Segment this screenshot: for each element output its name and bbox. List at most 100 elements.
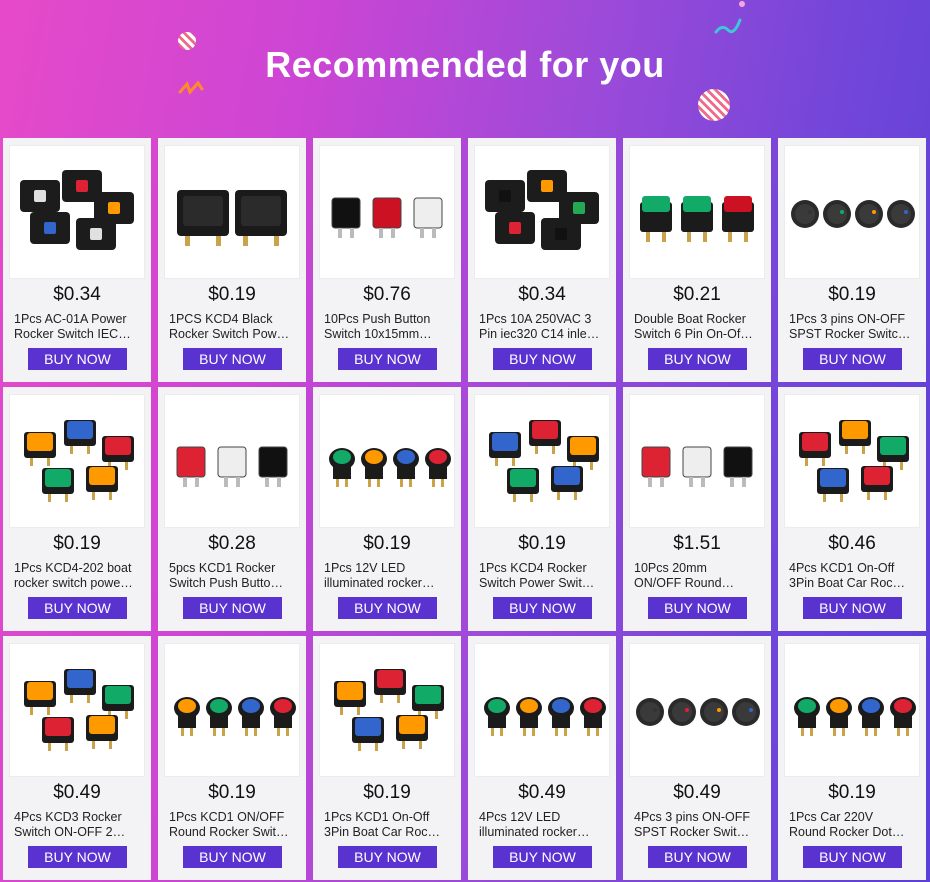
product-price: $0.19 <box>53 533 101 554</box>
product-price: $0.49 <box>518 782 566 803</box>
product-image[interactable] <box>629 643 765 777</box>
product-title[interactable]: 1Pcs KCD1 On-Off 3Pin Boat Car Roc… <box>324 810 452 840</box>
buy-now-button[interactable]: BUY NOW <box>183 846 282 868</box>
buy-now-button[interactable]: BUY NOW <box>338 348 437 370</box>
product-price: $0.19 <box>363 533 411 554</box>
product-card[interactable]: $0.49 4Pcs KCD3 Rocker Switch ON-OFF 2… BUY… <box>3 636 151 880</box>
product-card[interactable]: $0.49 4Pcs 3 pins ON-OFF SPST Rocker Swit…… <box>623 636 771 880</box>
product-image[interactable] <box>784 643 920 777</box>
product-price: $0.28 <box>208 533 256 554</box>
product-image[interactable] <box>474 643 610 777</box>
product-price: $0.19 <box>208 284 256 305</box>
product-card[interactable]: $0.76 10Pcs Push Button Switch 10x15mm… BUY… <box>313 138 461 382</box>
product-title[interactable]: 1Pcs Car 220V Round Rocker Dot… <box>789 810 917 840</box>
product-title[interactable]: 4Pcs 3 pins ON-OFF SPST Rocker Swit… <box>634 810 762 840</box>
product-card[interactable]: $0.34 1Pcs 10A 250VAC 3 Pin iec320 C14 inl… <box>468 138 616 382</box>
buy-now-button[interactable]: BUY NOW <box>28 846 127 868</box>
product-card[interactable]: $0.28 5pcs KCD1 Rocker Switch Push Butto… B… <box>158 387 306 631</box>
product-title[interactable]: 1Pcs AC-01A Power Rocker Switch IEC… <box>14 312 142 342</box>
product-image[interactable] <box>164 394 300 528</box>
product-title-line: SPST Rocker Swit… <box>634 825 750 839</box>
product-image[interactable] <box>319 145 455 279</box>
buy-now-button[interactable]: BUY NOW <box>338 846 437 868</box>
buy-now-button[interactable]: BUY NOW <box>183 348 282 370</box>
product-title-line: Round Rocker Dot… <box>789 825 905 839</box>
product-card[interactable]: $0.49 4Pcs 12V LED illuminated rocker… BUY … <box>468 636 616 880</box>
product-title-line: Rocker Switch IEC… <box>14 327 131 341</box>
product-image[interactable] <box>9 394 145 528</box>
product-image[interactable] <box>784 145 920 279</box>
buy-now-button[interactable]: BUY NOW <box>493 597 592 619</box>
product-image[interactable] <box>9 145 145 279</box>
buy-now-button[interactable]: BUY NOW <box>648 597 747 619</box>
product-card[interactable]: $0.21 Double Boat Rocker Switch 6 Pin On-O… <box>623 138 771 382</box>
buy-now-button[interactable]: BUY NOW <box>493 846 592 868</box>
product-title-line: SPST Rocker Switc… <box>789 327 911 341</box>
product-image[interactable] <box>474 394 610 528</box>
product-image[interactable] <box>629 145 765 279</box>
product-title-line: Rocker Switch Pow… <box>169 327 290 341</box>
product-card[interactable]: $0.19 1Pcs KCD4-202 boat rocker switch pow… <box>3 387 151 631</box>
buy-now-button[interactable]: BUY NOW <box>28 348 127 370</box>
buy-now-button[interactable]: BUY NOW <box>338 597 437 619</box>
product-title-line: rocker switch powe… <box>14 576 133 590</box>
buy-now-button[interactable]: BUY NOW <box>803 597 902 619</box>
page-title: Recommended for you <box>265 44 665 85</box>
product-card[interactable]: $0.19 1Pcs 3 pins ON-OFF SPST Rocker Switc… <box>778 138 926 382</box>
buy-now-button[interactable]: BUY NOW <box>803 846 902 868</box>
product-title-line: ON/OFF Round… <box>634 576 735 590</box>
product-price: $0.49 <box>53 782 101 803</box>
buy-now-button[interactable]: BUY NOW <box>183 597 282 619</box>
product-title[interactable]: Double Boat Rocker Switch 6 Pin On-Of… <box>634 312 762 342</box>
product-image[interactable] <box>474 145 610 279</box>
product-card[interactable]: $1.51 10Pcs 20mm ON/OFF Round… BUY NOW <box>623 387 771 631</box>
ribbon-decoration <box>714 18 742 34</box>
product-price: $0.46 <box>828 533 876 554</box>
buy-now-button[interactable]: BUY NOW <box>803 348 902 370</box>
product-card[interactable]: $0.19 1Pcs 12V LED illuminated rocker… BUY … <box>313 387 461 631</box>
product-title-line: Switch Push Butto… <box>169 576 283 590</box>
product-card[interactable]: $0.19 1Pcs Car 220V Round Rocker Dot… BUY N… <box>778 636 926 880</box>
product-title[interactable]: 5pcs KCD1 Rocker Switch Push Butto… <box>169 561 297 591</box>
product-card[interactable]: $0.19 1Pcs KCD1 ON/OFF Round Rocker Swit… B… <box>158 636 306 880</box>
product-title[interactable]: 10Pcs 20mm ON/OFF Round… <box>634 561 762 591</box>
buy-now-button[interactable]: BUY NOW <box>493 348 592 370</box>
product-image[interactable] <box>319 643 455 777</box>
product-title-line: 3Pin Boat Car Roc… <box>324 825 441 839</box>
buy-now-button[interactable]: BUY NOW <box>648 846 747 868</box>
product-card[interactable]: $0.19 1Pcs KCD1 On-Off 3Pin Boat Car Roc… B… <box>313 636 461 880</box>
product-title-line: 1Pcs KCD4-202 boat <box>14 561 132 575</box>
product-title-line: 4Pcs 12V LED <box>479 810 561 824</box>
product-title[interactable]: 4Pcs KCD1 On-Off 3Pin Boat Car Roc… <box>789 561 917 591</box>
product-title[interactable]: 10Pcs Push Button Switch 10x15mm… <box>324 312 452 342</box>
product-title-line: 1Pcs AC-01A Power <box>14 312 127 326</box>
product-image[interactable] <box>319 394 455 528</box>
product-title[interactable]: 1Pcs KCD4 Rocker Switch Power Swit… <box>479 561 607 591</box>
product-title[interactable]: 4Pcs 12V LED illuminated rocker… <box>479 810 607 840</box>
product-title[interactable]: 1Pcs KCD1 ON/OFF Round Rocker Swit… <box>169 810 297 840</box>
product-title[interactable]: 1Pcs 12V LED illuminated rocker… <box>324 561 452 591</box>
product-title[interactable]: 1PCS KCD4 Black Rocker Switch Pow… <box>169 312 297 342</box>
product-title[interactable]: 4Pcs KCD3 Rocker Switch ON-OFF 2… <box>14 810 142 840</box>
product-image[interactable] <box>629 394 765 528</box>
product-card[interactable]: $0.19 1PCS KCD4 Black Rocker Switch Pow… BU… <box>158 138 306 382</box>
product-image[interactable] <box>9 643 145 777</box>
recommendation-banner: Recommended for you $0.34 1Pcs AC-01A Pow… <box>0 0 930 882</box>
product-title-line: 5pcs KCD1 Rocker <box>169 561 276 575</box>
product-image[interactable] <box>784 394 920 528</box>
product-title[interactable]: 1Pcs 3 pins ON-OFF SPST Rocker Switc… <box>789 312 917 342</box>
product-card[interactable]: $0.34 1Pcs AC-01A Power Rocker Switch IEC…… <box>3 138 151 382</box>
product-card[interactable]: $0.19 1Pcs KCD4 Rocker Switch Power Swit… B… <box>468 387 616 631</box>
product-card[interactable]: $0.46 4Pcs KCD1 On-Off 3Pin Boat Car Roc… B… <box>778 387 926 631</box>
product-title-line: 3Pin Boat Car Roc… <box>789 576 906 590</box>
product-image[interactable] <box>164 643 300 777</box>
buy-now-button[interactable]: BUY NOW <box>28 597 127 619</box>
product-price: $0.21 <box>673 284 721 305</box>
buy-now-button[interactable]: BUY NOW <box>648 348 747 370</box>
product-image[interactable] <box>164 145 300 279</box>
product-title-line: 4Pcs KCD3 Rocker <box>14 810 122 824</box>
product-title[interactable]: 1Pcs KCD4-202 boat rocker switch powe… <box>14 561 142 591</box>
striped-ball-decoration <box>698 89 730 121</box>
product-title-line: Switch 6 Pin On-Of… <box>634 327 753 341</box>
product-title[interactable]: 1Pcs 10A 250VAC 3 Pin iec320 C14 inle… <box>479 312 607 342</box>
